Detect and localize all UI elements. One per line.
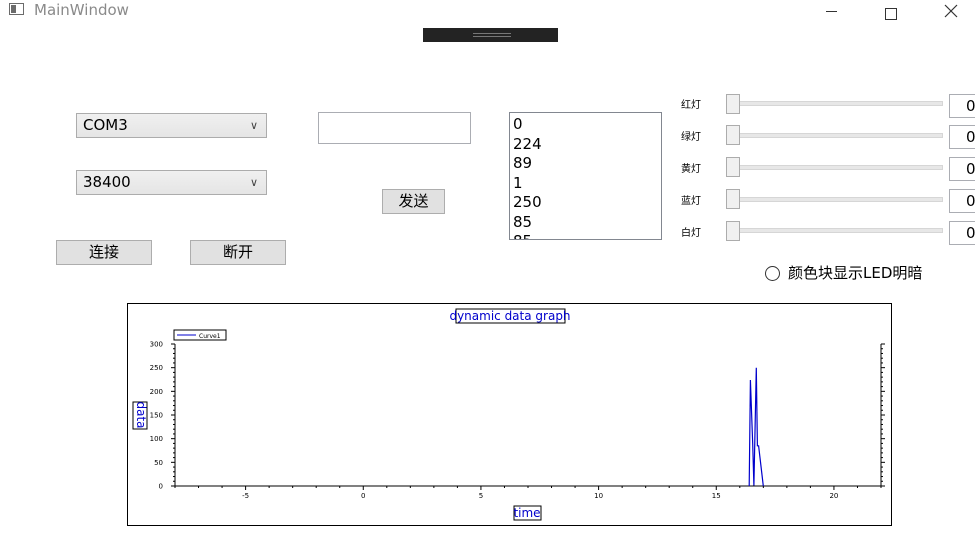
blue-slider-thumb[interactable] [726,189,740,209]
red-light-label: 红灯 [681,100,701,111]
connect-button[interactable]: 连接 [56,240,152,265]
received-data-list[interactable]: 0 224 89 1 250 85 85 [509,112,662,240]
blue-value-field[interactable]: 0 [949,189,975,213]
y-tick-label: 100 [150,435,163,443]
y-tick-label: 300 [150,341,163,349]
green-value-field[interactable]: 0 [949,125,975,149]
grip-line [473,36,511,37]
x-tick-label: 5 [479,492,483,500]
blue-slider-track[interactable] [733,197,943,202]
x-tick-label: 15 [712,492,721,500]
maximize-icon [885,8,897,20]
port-select-value: COM3 [83,116,128,134]
x-tick-label: -5 [242,492,249,500]
close-button[interactable] [928,0,974,22]
y-tick-label: 150 [150,412,163,420]
toolbar-handle[interactable] [423,28,558,42]
red-slider-track[interactable] [733,101,943,106]
led-color-radio-label[interactable]: 颜色块显示LED明暗 [788,264,922,282]
white-slider-track[interactable] [733,228,943,233]
y-tick-label: 250 [150,364,163,372]
red-slider-thumb[interactable] [726,94,740,114]
x-tick-label: 0 [361,492,365,500]
list-item[interactable]: 250 [513,193,661,213]
green-slider-track[interactable] [733,133,943,138]
chart-title-group: dynamic data graph [449,308,571,324]
white-value-field[interactable]: 0 [949,221,975,245]
minimize-button[interactable] [808,0,854,22]
chart-legend: Curve1 [173,329,227,341]
x-axis-label: time [513,506,540,520]
blue-light-label: 蓝灯 [681,196,701,207]
chevron-down-icon: ∨ [249,119,258,132]
white-light-label: 白灯 [681,228,701,239]
chart-series [748,367,764,487]
chart-title: dynamic data graph [449,309,570,323]
yellow-slider-thumb[interactable] [726,157,740,177]
chevron-down-icon: ∨ [249,176,258,189]
list-item[interactable]: 89 [513,154,661,174]
yellow-light-label: 黄灯 [681,164,701,175]
list-item[interactable]: 85 [513,232,661,239]
green-slider-thumb[interactable] [726,125,740,145]
green-light-label: 绿灯 [681,132,701,143]
list-item[interactable]: 224 [513,135,661,155]
send-input[interactable] [318,112,471,144]
y-tick-label: 50 [154,459,163,467]
list-item[interactable]: 1 [513,174,661,194]
list-item[interactable]: 0 [513,115,661,135]
disconnect-button[interactable]: 断开 [190,240,286,265]
chart-frame: dynamic data graph Curve1 -5 0 5 10 15 20 0 50 1… [127,303,892,526]
maximize-button[interactable] [868,0,914,22]
red-value-field[interactable]: 0 [949,94,975,118]
yellow-value-field[interactable]: 0 [949,157,975,181]
chart-ticks: -5 0 5 10 15 20050100150200250300 [150,341,885,500]
baud-select-value: 38400 [83,173,131,191]
white-slider-thumb[interactable] [726,221,740,241]
x-axis-label-group: time [513,505,542,521]
x-tick-label: 10 [594,492,603,500]
yellow-slider-track[interactable] [733,165,943,170]
baud-select[interactable]: 38400 ∨ [76,170,267,195]
app-icon [9,3,24,15]
grip-line [473,33,511,34]
y-tick-label: 200 [150,388,163,396]
send-button[interactable]: 发送 [382,189,445,214]
dynamic-data-chart: dynamic data graph Curve1 -5 0 5 10 15 200501… [132,308,885,521]
series-line [748,367,764,487]
x-tick-label: 20 [829,492,838,500]
minimize-icon [825,10,837,12]
chart-axes [174,344,882,487]
title-bar: MainWindow [0,0,975,22]
list-item[interactable]: 85 [513,213,661,233]
window-title: MainWindow [34,1,129,19]
y-tick-label: 0 [159,483,163,491]
y-axis-label: data [134,401,148,428]
close-icon [944,4,958,18]
y-axis-label-group: data [132,401,148,430]
led-color-radio[interactable] [765,266,780,281]
legend-label: Curve1 [199,333,221,340]
port-select[interactable]: COM3 ∨ [76,113,267,138]
